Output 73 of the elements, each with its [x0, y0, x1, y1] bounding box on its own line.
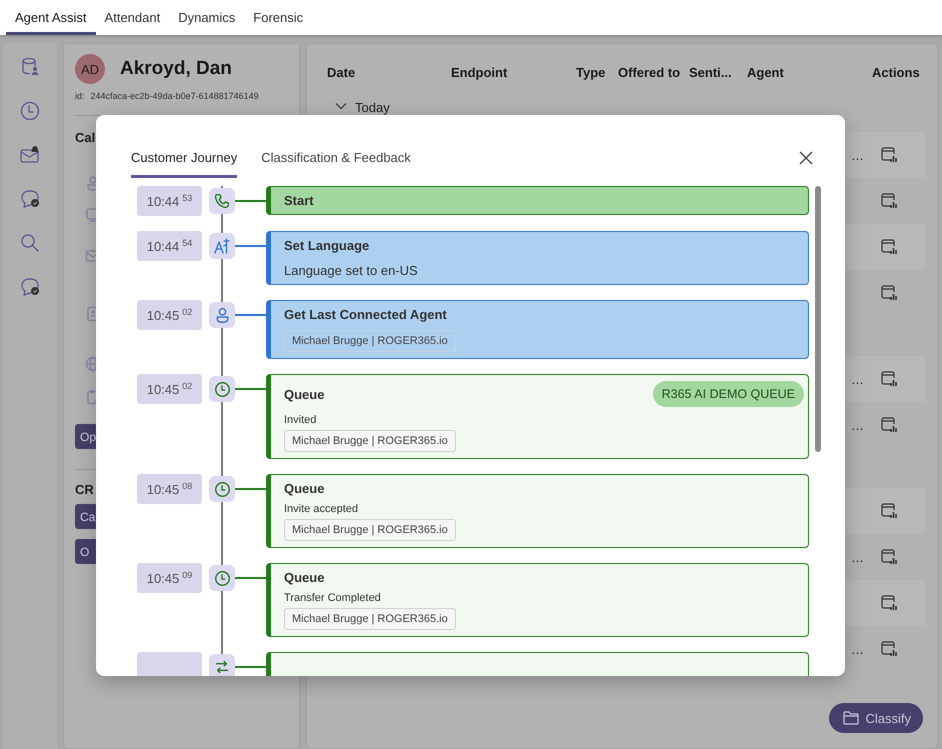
agent-chip: Michael Brugge | ROGER365.io: [284, 430, 456, 452]
history-icon[interactable]: [19, 100, 41, 122]
report-icon[interactable]: [880, 548, 898, 566]
event-title: Set Language: [284, 238, 370, 253]
report-icon[interactable]: [880, 370, 898, 388]
agent-cell: …: [851, 148, 864, 162]
report-icon[interactable]: [880, 192, 898, 210]
app-tab[interactable]: Forensic: [244, 0, 312, 35]
column-header: Offered to: [618, 64, 682, 80]
report-icon[interactable]: [880, 146, 898, 164]
agent-cell: …: [851, 372, 864, 386]
report-icon[interactable]: [880, 238, 898, 256]
event-title: Queue: [284, 481, 324, 496]
chat-check-icon[interactable]: [19, 188, 41, 210]
event-note: Transfer Completed: [284, 592, 382, 604]
event-title: Get Last Connected Agent: [284, 307, 447, 322]
event-title: Queue: [284, 386, 324, 402]
folder-icon: [843, 711, 860, 725]
section-title: CR: [75, 482, 94, 497]
time-chip: 10:44 $^{54}$: [137, 231, 202, 261]
column-header: Agent: [747, 64, 785, 80]
time-chip: 10:45 $^{09}$: [137, 563, 202, 593]
report-icon[interactable]: [880, 284, 898, 302]
group-label: Today: [355, 100, 390, 115]
app-tab[interactable]: Dynamics: [169, 0, 244, 35]
transfer-icon: [216, 661, 228, 673]
time-chip: 10:45 $^{08}$: [137, 474, 202, 504]
agent-cell: …: [851, 642, 864, 656]
agent-chip: Michael Brugge | ROGER365.io: [284, 330, 456, 352]
agent-cell: …: [851, 550, 864, 564]
contact-name: Akroyd, Dan: [120, 58, 232, 80]
time-chip: [137, 652, 202, 676]
report-icon[interactable]: [880, 594, 898, 612]
column-header: Type: [576, 64, 606, 80]
report-icon[interactable]: [880, 502, 898, 520]
clock-icon: [214, 482, 230, 496]
agent-chip: Michael Brugge | ROGER365.io: [284, 608, 456, 630]
avatar: AD: [75, 54, 105, 84]
section-title: Cal: [75, 130, 96, 145]
search-icon[interactable]: [19, 232, 41, 254]
dialog-tab[interactable]: Classification & Feedback: [261, 150, 411, 178]
clock-icon: [214, 570, 230, 586]
classify-button[interactable]: Classify: [829, 703, 923, 733]
queue-tag: R365 AI DEMO QUEUE: [652, 381, 804, 407]
event-detail: Language set to en-US: [284, 263, 419, 278]
contact-id: 244cfaca-ec2b-49da-b0e7-614881746149: [90, 91, 259, 101]
column-header: Senti...: [689, 64, 733, 80]
dialog-tab[interactable]: Customer Journey: [131, 150, 238, 178]
chevron-icon[interactable]: [335, 102, 347, 110]
app-tab[interactable]: Attendant: [96, 0, 170, 35]
time-chip: 10:45 $^{02}$: [137, 300, 202, 330]
event-title: Start: [284, 193, 314, 208]
agent-cell: …: [851, 418, 864, 432]
report-icon[interactable]: [880, 640, 898, 658]
id-label: id:: [75, 91, 85, 101]
clock-icon: [214, 382, 230, 396]
agent-chip: Michael Brugge | ROGER365.io: [284, 519, 456, 541]
chat-check-icon[interactable]: [19, 276, 41, 298]
event-note: Invited: [284, 414, 318, 426]
scrollbar[interactable]: [815, 186, 821, 452]
person-icon: [216, 308, 228, 322]
close-icon[interactable]: [799, 151, 813, 165]
column-header: Actions: [872, 64, 920, 80]
column-header: Date: [327, 64, 356, 80]
report-icon[interactable]: [880, 416, 898, 434]
column-header: Endpoint: [451, 64, 508, 80]
event-note: Invite accepted: [284, 503, 359, 515]
app-tab[interactable]: Agent Assist: [6, 0, 96, 35]
time-chip: 10:45 $^{02}$: [137, 374, 202, 404]
event-title: Queue: [284, 570, 324, 585]
time-chip: 10:44 $^{53}$: [137, 186, 202, 216]
phone-icon: [215, 194, 229, 208]
translate-icon: [214, 238, 230, 254]
